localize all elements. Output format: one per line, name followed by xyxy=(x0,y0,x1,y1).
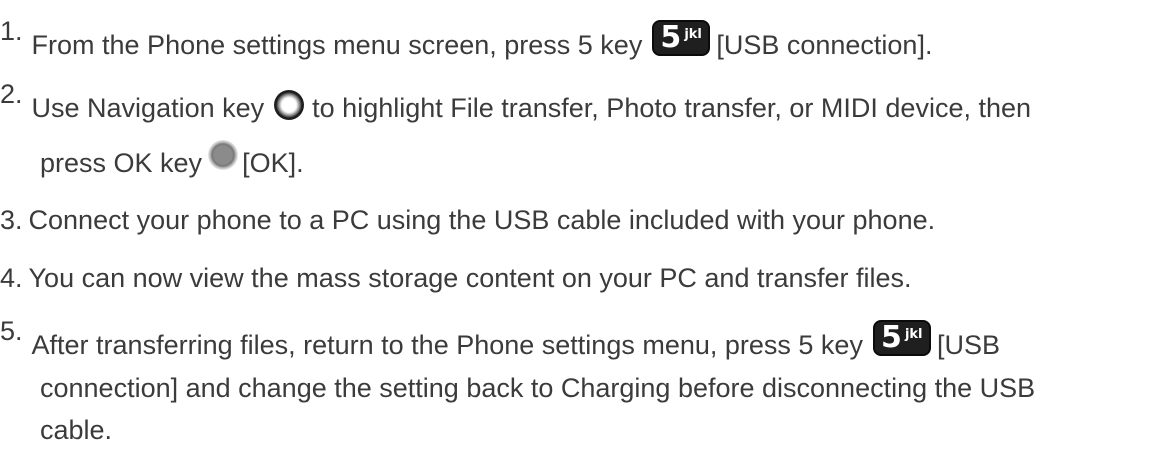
key-5-icon: 5 jkl xyxy=(872,320,931,356)
step-number: 4. xyxy=(0,263,23,293)
step-text: to highlight File transfer, Photo transf… xyxy=(312,93,1032,123)
key-5-icon: 5 jkl xyxy=(652,20,711,56)
step-5: 5. After transferring files, return to th… xyxy=(0,316,1000,367)
step-text: From the Phone settings menu screen, pre… xyxy=(31,30,643,60)
step-number: 1. xyxy=(0,16,23,46)
step-number: 2. xyxy=(0,79,23,109)
step-text: After transferring files, return to the … xyxy=(31,330,863,360)
step-number: 5. xyxy=(0,316,23,346)
step-text: [USB connection]. xyxy=(716,30,933,60)
step-text: Use Navigation key xyxy=(31,93,265,123)
step-2-continuation: press OK key [OK]. xyxy=(40,140,304,185)
ok-key-icon xyxy=(208,140,239,170)
step-2: 2. Use Navigation key to highlight File tr… xyxy=(0,79,1032,130)
navigation-key-icon xyxy=(274,90,305,120)
step-5-continuation-2: cable. xyxy=(40,408,112,452)
step-text: Connect your phone to a PC using the USB… xyxy=(28,205,936,235)
step-text: connection] and change the setting back … xyxy=(40,373,1036,403)
step-3: 3. Connect your phone to a PC using the U… xyxy=(0,198,935,242)
step-5-continuation-1: connection] and change the setting back … xyxy=(40,366,1035,410)
step-text: You can now view the mass storage conten… xyxy=(28,263,912,293)
step-text: [USB xyxy=(936,330,1000,360)
step-text: cable. xyxy=(40,415,113,445)
step-text: press OK key xyxy=(40,148,203,178)
step-text: [OK]. xyxy=(242,148,304,178)
step-number: 3. xyxy=(0,205,23,235)
step-1: 1. From the Phone settings menu screen, p… xyxy=(0,16,933,67)
step-4: 4. You can now view the mass storage cont… xyxy=(0,256,912,300)
